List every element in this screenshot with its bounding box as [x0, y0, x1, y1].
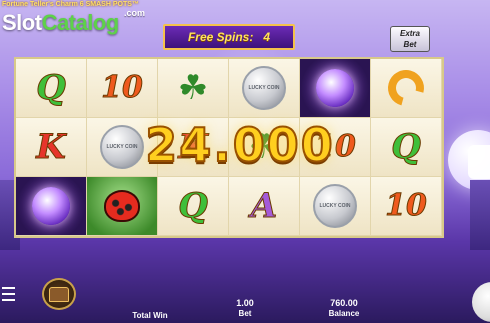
total-win-label: Total Win [132, 311, 168, 320]
brand-slot: Slot [2, 10, 42, 35]
menu-icon[interactable] [2, 287, 15, 301]
free-spins-banner: Free Spins: 4 [163, 24, 295, 50]
reel-cell [371, 59, 442, 118]
lucky-coin-icon: LUCKY COIN [242, 66, 286, 110]
clover-icon: ☘ [177, 69, 209, 107]
side-panel-tab[interactable] [468, 145, 490, 179]
treasure-chest-icon[interactable] [42, 278, 76, 310]
symbol-a: A [250, 186, 278, 226]
balance-label: Balance [328, 309, 360, 318]
symbol-10: 10 [101, 70, 144, 105]
symbol-k: K [36, 127, 67, 167]
symbol-q: Q [36, 68, 67, 108]
tree-decoration-right [470, 180, 490, 250]
reel-cell: Q [158, 177, 229, 236]
symbol-q: Q [391, 127, 422, 167]
reel-cell: 10 [371, 177, 442, 236]
ladybug-icon [104, 190, 140, 222]
extra-bet-button[interactable]: Extra Bet [390, 26, 430, 52]
total-win: Total Win [125, 300, 175, 320]
reel-cell [300, 59, 371, 118]
reel-cell: Q [16, 59, 87, 118]
bet-value: 1.00 [236, 298, 254, 308]
horseshoe-icon [381, 63, 431, 113]
brand-catalog: Catalog [41, 10, 120, 35]
reel-cell [16, 177, 87, 236]
bet-label: Bet [238, 309, 252, 318]
symbol-10: 10 [385, 188, 428, 223]
spin-button[interactable] [472, 282, 490, 322]
reel-cell: LUCKY COIN [229, 59, 300, 118]
game-title: Fortune Teller's Charm 6 SMASH POTS™ [2, 1, 139, 8]
total-win-value [125, 300, 175, 311]
bottom-bar: Total Win 1.00 Bet 760.00 Balance [0, 278, 490, 323]
balance: 760.00 Balance [316, 298, 372, 318]
crystal-ball-icon [32, 187, 70, 225]
crystal-ball-icon [316, 69, 354, 107]
free-spins-count: 4 [263, 30, 271, 44]
balance-value: 760.00 [330, 298, 358, 308]
symbol-q: Q [178, 186, 209, 226]
reel-cell: Q [371, 118, 442, 177]
brand-wordmark: SlotCatalog [2, 10, 119, 36]
reel-cell: 10 [87, 59, 158, 118]
lucky-coin-icon: LUCKY COIN [313, 184, 357, 228]
reel-cell: ☘ [158, 59, 229, 118]
reel-cell [87, 177, 158, 236]
reel-cell: K [16, 118, 87, 177]
slotcatalog-logo: Fortune Teller's Charm 6 SMASH POTS™ Slo… [0, 0, 160, 42]
free-spins-label: Free Spins: [187, 30, 254, 44]
win-amount: 24.000 [144, 117, 335, 173]
bet[interactable]: 1.00 Bet [222, 298, 268, 318]
extra-bet-line2: Bet [403, 40, 417, 49]
reel-cell: A [229, 177, 300, 236]
extra-bet-line1: Extra [399, 29, 420, 38]
reel-cell: LUCKY COIN [300, 177, 371, 236]
brand-suffix: .com [124, 8, 146, 18]
